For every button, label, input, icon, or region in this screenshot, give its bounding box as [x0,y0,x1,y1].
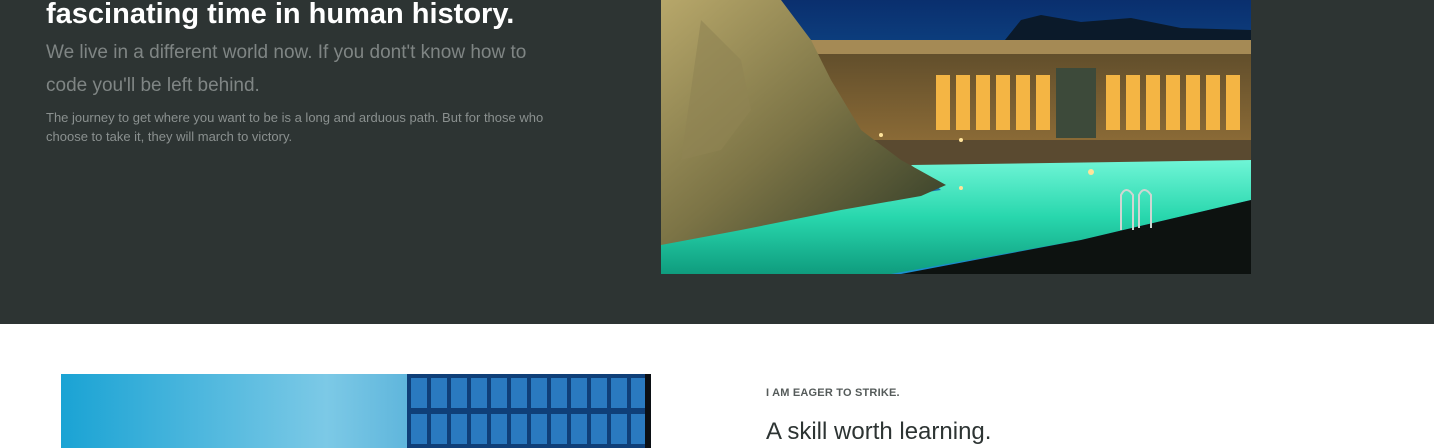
feature-section: I AM EAGER TO STRIKE. A skill worth lear… [0,324,1434,448]
feature-heading: A skill worth learning. [766,418,992,445]
hero-lead: We live in a different world now. If you… [46,42,527,96]
building-image [61,374,651,448]
feature-eyebrow: I AM EAGER TO STRIKE. [766,387,900,399]
resort-pool-image [661,0,1251,274]
hero-body: The journey to get where you want to be … [46,110,544,144]
page: fascinating time in human history. We li… [0,0,1434,448]
hero-heading: fascinating time in human history. [46,0,515,30]
hero-section: fascinating time in human history. We li… [0,0,1434,324]
